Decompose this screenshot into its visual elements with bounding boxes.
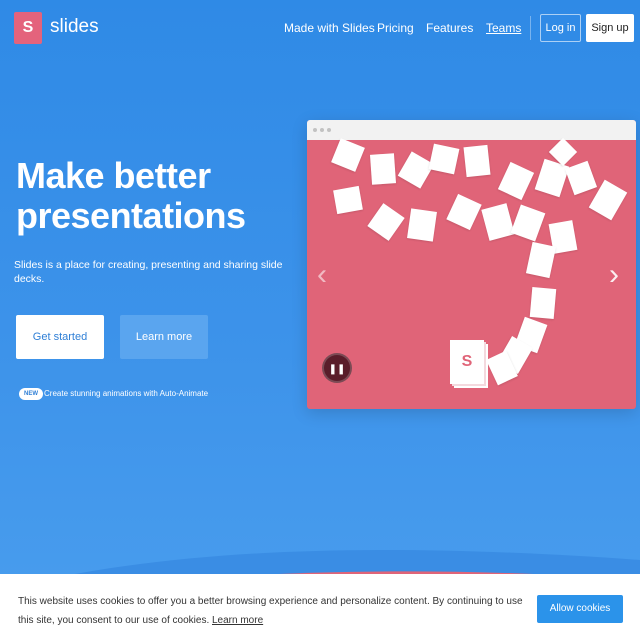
window-dot-icon [313, 128, 317, 132]
hero-subtitle: Slides is a place for creating, presenti… [14, 259, 283, 285]
allow-cookies-button[interactable]: Allow cookies [537, 595, 623, 623]
nav-made-with-slides[interactable]: Made with Slides [284, 21, 375, 35]
paper-card [463, 144, 491, 178]
paper-card [529, 287, 557, 319]
paper-card [367, 203, 405, 241]
cookie-text: This website uses cookies to offer you a… [18, 596, 523, 626]
cookie-learn-more-link[interactable]: Learn more [212, 615, 263, 626]
slides-logo-icon[interactable]: S [14, 12, 42, 44]
paper-card [497, 161, 535, 201]
paper-card [510, 204, 546, 242]
cookie-banner: This website uses cookies to offer you a… [0, 574, 640, 640]
paper-card [369, 153, 397, 185]
window-dot-icon [327, 128, 331, 132]
paper-card [407, 208, 437, 242]
demo-preview: S ‹ › ❚❚ [307, 120, 636, 409]
chevron-right-icon[interactable]: › [609, 258, 619, 292]
paper-card [481, 203, 515, 241]
pause-icon[interactable]: ❚❚ [322, 353, 352, 383]
hero-title-line2: presentations [16, 195, 246, 236]
paper-card [446, 193, 482, 231]
get-started-button[interactable]: Get started [16, 315, 104, 359]
login-button[interactable]: Log in [540, 14, 581, 42]
paper-card [331, 138, 365, 172]
nav-features[interactable]: Features [426, 21, 473, 35]
nav-teams[interactable]: Teams [486, 21, 521, 35]
brand-name[interactable]: slides [50, 16, 99, 38]
slide-stage: S ‹ › ❚❚ [307, 137, 636, 409]
paper-card [333, 185, 363, 215]
top-nav: S slides Made with Slides Pricing Featur… [0, 0, 640, 54]
nav-pricing[interactable]: Pricing [377, 21, 414, 35]
slide-s-card: S [450, 340, 484, 384]
nav-divider [530, 16, 531, 40]
learn-more-button[interactable]: Learn more [120, 315, 208, 359]
cookie-message: This website uses cookies to offer you a… [18, 592, 538, 630]
paper-card [564, 160, 598, 196]
chevron-left-icon[interactable]: ‹ [317, 258, 327, 292]
window-dot-icon [320, 128, 324, 132]
hero-title: Make better presentations [16, 156, 296, 236]
paper-card [397, 151, 435, 189]
hero-title-line1: Make better [16, 155, 211, 196]
window-titlebar [307, 120, 636, 140]
paper-card [428, 143, 460, 175]
auto-animate-link[interactable]: Create stunning animations with Auto-Ani… [44, 388, 208, 400]
signup-button[interactable]: Sign up [586, 14, 634, 42]
paper-card [525, 241, 557, 279]
new-badge: NEW [19, 388, 43, 400]
